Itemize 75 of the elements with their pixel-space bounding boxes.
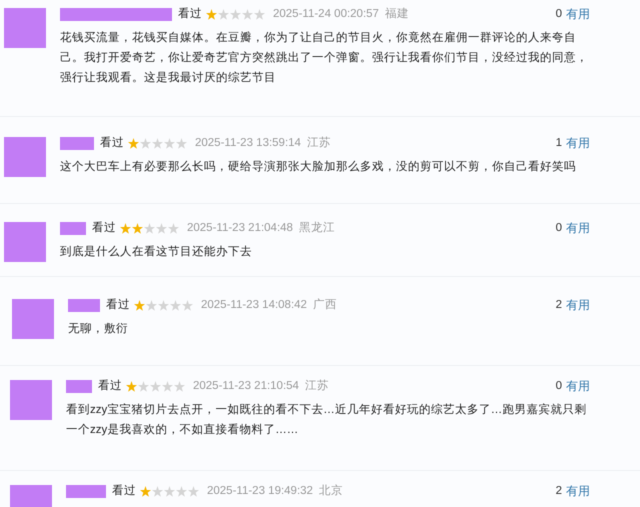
avatar-placeholder [12, 299, 54, 339]
star-icon [138, 380, 149, 392]
useful-count: 2 [556, 484, 562, 499]
star-icon [144, 222, 155, 234]
star-icon [170, 300, 181, 310]
review-text: 花钱买流量，花钱买自媒体。在豆瓣，你为了让自己的节目火，你竟然在雇佣一群评论的人来夸自己。我打开爱奇艺，你让爱奇艺官方突然跳出了一个弹窗。强行让我看你们节目，没经过我的同意，强行让我观看。这是我最讨厌的综艺节目 [60, 30, 589, 86]
review-text: 到底是什么人在看这节目还能办下去 [60, 244, 253, 260]
star-icon [162, 380, 173, 392]
star-icon [176, 486, 187, 496]
review-location: 北京 [318, 484, 343, 499]
avatar-placeholder [10, 380, 52, 420]
redacted-name [60, 136, 94, 150]
watched-status: 看过 [98, 378, 122, 394]
star-icon [164, 486, 175, 496]
review-location: 黑龙江 [298, 220, 335, 236]
review-time: 2025-11-23 21:04:48 [187, 221, 293, 236]
star-icon [132, 222, 143, 234]
avatar-placeholder [4, 222, 46, 262]
useful-link[interactable]: 有用 [566, 297, 590, 313]
star-icon [152, 138, 163, 148]
useful-link[interactable]: 有用 [566, 135, 590, 151]
star-icon [152, 486, 163, 496]
star-icon [176, 138, 187, 148]
review-text: 无聊，敷衍 [68, 322, 129, 337]
watched-status: 看过 [106, 298, 130, 313]
useful-link[interactable]: 有用 [566, 220, 590, 236]
avatar-placeholder [4, 137, 46, 177]
review-location: 江苏 [306, 136, 331, 151]
review-time: 2025-11-24 00:20:57 [273, 7, 379, 22]
review-time: 2025-11-23 19:49:32 [207, 484, 313, 499]
review-text: 看到zzy宝宝猪切片去点开，一如既往的看不下去…近几年好看好玩的综艺太多了…跑男嘉宾就只剩一个zzy是我喜欢的，不如直接看物料了…… [66, 402, 588, 438]
review-text: 这个大巴车上有必要那么长吗，硬给导演那张大脸加那么多戏，没的剪可以不剪，你自己看好笑吗 [60, 159, 577, 175]
useful-count: 0 [556, 379, 562, 394]
useful-count: 0 [556, 7, 562, 22]
useful-count: 2 [556, 298, 562, 313]
review-time: 2025-11-23 14:08:42 [201, 298, 307, 313]
star-icon [150, 380, 161, 392]
star-icon [140, 486, 151, 496]
useful-link[interactable]: 有用 [566, 6, 590, 22]
star-icon [128, 138, 139, 148]
avatar-placeholder [4, 8, 46, 48]
redacted-name [68, 298, 100, 312]
review-time: 2025-11-23 21:10:54 [193, 379, 299, 394]
star-icon [146, 300, 157, 310]
watched-status: 看过 [112, 484, 136, 499]
useful-link[interactable]: 有用 [566, 378, 590, 394]
star-icon [242, 8, 253, 20]
review-location: 江苏 [304, 378, 329, 394]
star-icon [230, 8, 241, 20]
star-icon [126, 380, 137, 392]
redacted-name [66, 380, 92, 392]
star-icon [120, 222, 131, 234]
watched-status: 看过 [92, 220, 116, 236]
star-icon [156, 222, 167, 234]
star-icon [134, 300, 145, 310]
star-icon [164, 138, 175, 148]
star-icon [158, 300, 169, 310]
star-icon [188, 486, 199, 496]
watched-status: 看过 [100, 136, 124, 151]
star-icon [206, 8, 217, 20]
watched-status: 看过 [178, 6, 202, 22]
star-icon [254, 8, 265, 20]
useful-count: 1 [556, 136, 562, 151]
review-time: 2025-11-23 13:59:14 [195, 136, 301, 151]
star-icon [218, 8, 229, 20]
redacted-name [66, 484, 106, 498]
redacted-name [60, 222, 86, 234]
review-location: 广西 [312, 297, 337, 313]
star-icon [174, 380, 185, 392]
star-icon [182, 300, 193, 310]
star-icon [168, 222, 179, 234]
star-icon [140, 138, 151, 148]
useful-link[interactable]: 有用 [566, 483, 590, 499]
useful-count: 0 [556, 221, 562, 236]
review-location: 福建 [384, 6, 409, 22]
